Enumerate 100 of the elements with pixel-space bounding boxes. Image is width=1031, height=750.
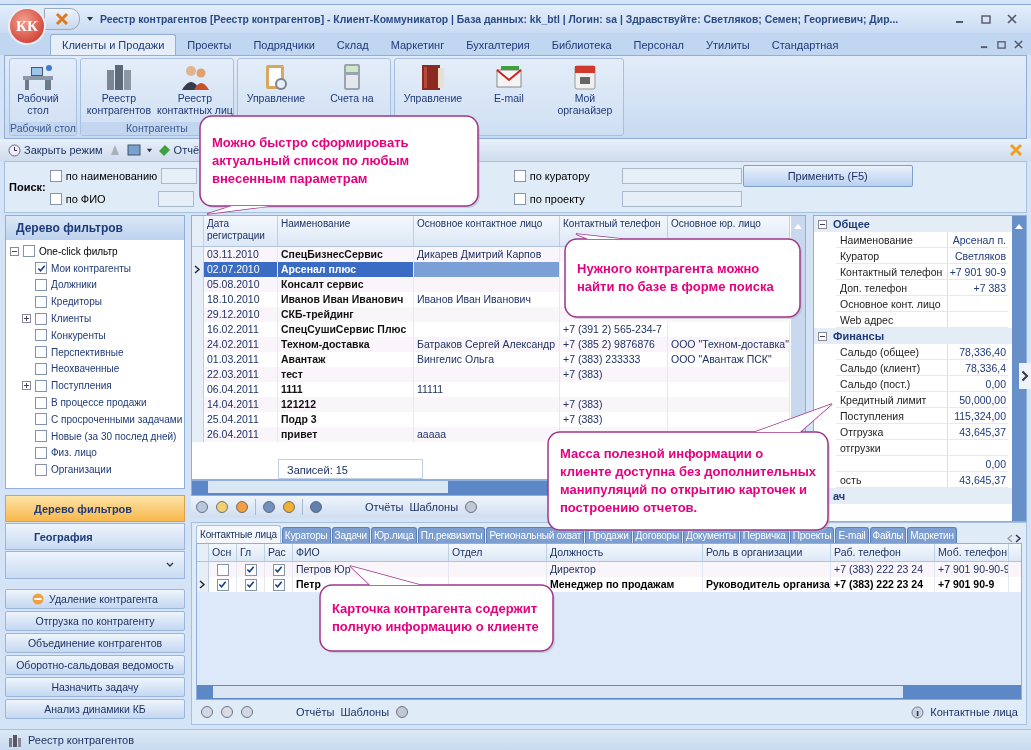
- property-value: +7 383: [948, 280, 1008, 296]
- table-cell[interactable]: 05.08.2010: [204, 277, 278, 292]
- ribbon-button[interactable]: Рабочий стол: [10, 59, 66, 122]
- ribbon-tab[interactable]: Библиотека: [540, 35, 623, 55]
- column-header[interactable]: Отдел: [449, 544, 547, 561]
- ribbon-tab[interactable]: Проекты: [176, 35, 243, 55]
- action-button[interactable]: Объединение контрагентов: [5, 633, 185, 653]
- table-cell[interactable]: 26.04.2011: [204, 427, 278, 442]
- table-cell: +7 (383) 222 23 24: [831, 577, 935, 592]
- table-cell[interactable]: Техном-доставка: [278, 337, 414, 352]
- property-label: отгрузки: [836, 440, 948, 456]
- table-cell[interactable]: +7 (383): [560, 397, 668, 412]
- tooltip-text: Масса полезной информации о клиенте доступна без дополнительных манипуляций по открытию карточек и построению отчетов.: [560, 445, 818, 517]
- filter-label[interactable]: по наименованию: [65, 168, 158, 183]
- ribbon-tab[interactable]: Утилиты: [695, 35, 761, 55]
- table-cell[interactable]: СКБ-трейдинг: [278, 307, 414, 322]
- column-header[interactable]: Раб. телефон: [831, 544, 935, 561]
- action-button[interactable]: Оборотно-сальдовая ведомость: [5, 655, 185, 675]
- column-header[interactable]: Должность: [547, 544, 703, 561]
- panel-caption: Контактные лица: [930, 706, 1018, 718]
- tree-item[interactable]: В процессе продажи: [51, 397, 147, 409]
- tree-item[interactable]: Клиенты: [51, 313, 92, 325]
- table-cell[interactable]: Консалт сервис: [278, 277, 414, 292]
- filter-label[interactable]: по ФИО: [65, 191, 154, 206]
- tree-item[interactable]: Кредиторы: [51, 296, 102, 308]
- reports-button[interactable]: Отчёты: [365, 501, 404, 513]
- ribbon-button[interactable]: E-mail: [470, 59, 547, 135]
- apply-button[interactable]: Применить (F5): [742, 164, 913, 187]
- tree-item[interactable]: Поступления: [51, 380, 112, 392]
- action-button[interactable]: Удаление контрагента: [5, 589, 185, 609]
- property-label: Отгрузка: [836, 424, 948, 440]
- filter-label[interactable]: по куратору: [529, 168, 618, 183]
- tree-item[interactable]: Должники: [51, 279, 97, 291]
- table-cell[interactable]: +7 (385 2) 9876876: [560, 337, 668, 352]
- table-cell[interactable]: 24.02.2011: [204, 337, 278, 352]
- tree-item[interactable]: Перспективные: [51, 346, 124, 358]
- filter-label[interactable]: по проекту: [529, 191, 618, 206]
- tree-item[interactable]: Физ. лицо: [51, 447, 97, 459]
- table-cell[interactable]: 22.03.2011: [204, 367, 278, 382]
- templates-button[interactable]: Шаблоны: [409, 501, 459, 513]
- tab[interactable]: Контактные лица: [196, 525, 281, 543]
- ribbon-button[interactable]: Мой органайзер: [546, 59, 623, 135]
- templates-button[interactable]: Шаблоны: [340, 706, 390, 718]
- column-header[interactable]: Основное контактное лицо: [414, 216, 560, 246]
- property-label: Куратор: [836, 248, 948, 264]
- action-button[interactable]: Анализ динамики КБ: [5, 699, 185, 719]
- table-cell[interactable]: 02.07.2010: [204, 262, 278, 277]
- tree-item[interactable]: One-click фильтр: [39, 245, 118, 257]
- table-cell[interactable]: 29.12.2010: [204, 307, 278, 322]
- property-value: 50,000,00: [948, 392, 1008, 408]
- column-header[interactable]: Наименование: [278, 216, 414, 246]
- ribbon-tab[interactable]: Стандартная: [760, 35, 850, 55]
- action-button[interactable]: Назначить задачу: [5, 677, 185, 697]
- column-header[interactable]: Гл: [237, 544, 265, 561]
- action-button[interactable]: Отгрузка по контрагенту: [5, 611, 185, 631]
- column-header[interactable]: Осн: [209, 544, 237, 561]
- property-label: Доп. телефон: [836, 280, 948, 296]
- tree-item[interactable]: Конкуренты: [51, 329, 106, 341]
- ribbon-tab[interactable]: Бухгалтерия: [455, 35, 541, 55]
- property-label: Основное конт. лицо: [836, 296, 948, 312]
- tree-item[interactable]: Организации: [51, 464, 112, 476]
- ribbon-tab[interactable]: Подрядчики: [242, 35, 326, 55]
- close-mode-button[interactable]: Закрыть режим: [8, 143, 103, 157]
- ribbon-button[interactable]: Управление: [394, 59, 471, 135]
- section-title: Общее: [833, 218, 870, 230]
- table-cell[interactable]: Батраков Сергей Александр: [414, 337, 560, 352]
- property-label: Сальдо (клиент): [836, 360, 948, 376]
- property-value: 0,00: [948, 376, 1008, 392]
- table-cell[interactable]: +7 (383): [560, 367, 668, 382]
- reports-button[interactable]: Отчёты: [296, 706, 335, 718]
- column-header[interactable]: ФИО: [293, 544, 449, 561]
- table-cell[interactable]: Арсенал плюс: [278, 262, 414, 277]
- section-title: Финансы: [833, 330, 885, 342]
- tree-item[interactable]: Новые (за 30 послед дней): [51, 430, 177, 442]
- ribbon-button[interactable]: Счета на: [313, 59, 390, 135]
- column-header[interactable]: Роль в организации: [703, 544, 831, 561]
- tree-item[interactable]: С просроченными задачами: [51, 413, 183, 425]
- table-cell[interactable]: 14.04.2011: [204, 397, 278, 412]
- table-cell[interactable]: привет: [278, 427, 414, 442]
- ribbon-button[interactable]: Реестр контрагентов: [80, 59, 157, 122]
- tree-item[interactable]: Мои контрагенты: [51, 262, 131, 274]
- table-cell[interactable]: 121212: [278, 397, 414, 412]
- column-header[interactable]: Моб. телефон: [935, 544, 1009, 561]
- reports-button[interactable]: Отчё: [157, 143, 200, 157]
- ribbon-tab[interactable]: Маркетинг: [379, 35, 456, 55]
- tree-item[interactable]: Неохваченные: [51, 363, 120, 375]
- navigation-button[interactable]: Дерево фильтров: [5, 495, 185, 522]
- table-cell[interactable]: ООО "Техном-доставка": [668, 337, 790, 352]
- ribbon-tab[interactable]: Персонал: [622, 35, 696, 55]
- property-value: 78,336,40: [948, 344, 1008, 360]
- ribbon-button[interactable]: Управление: [237, 59, 314, 135]
- record-count: Записей: 15: [278, 459, 423, 479]
- navigation-button[interactable]: География: [5, 523, 185, 550]
- ribbon-button[interactable]: Реестр контактных лиц: [156, 59, 233, 122]
- column-header[interactable]: Рас: [265, 544, 293, 561]
- table-cell[interactable]: тест: [278, 367, 414, 382]
- ribbon-tab[interactable]: Склад: [325, 35, 380, 55]
- column-header[interactable]: Дата регистрации: [204, 216, 278, 246]
- status-text: Реестр контрагентов: [28, 734, 135, 746]
- ribbon-tab[interactable]: Клиенты и Продажи: [50, 34, 177, 55]
